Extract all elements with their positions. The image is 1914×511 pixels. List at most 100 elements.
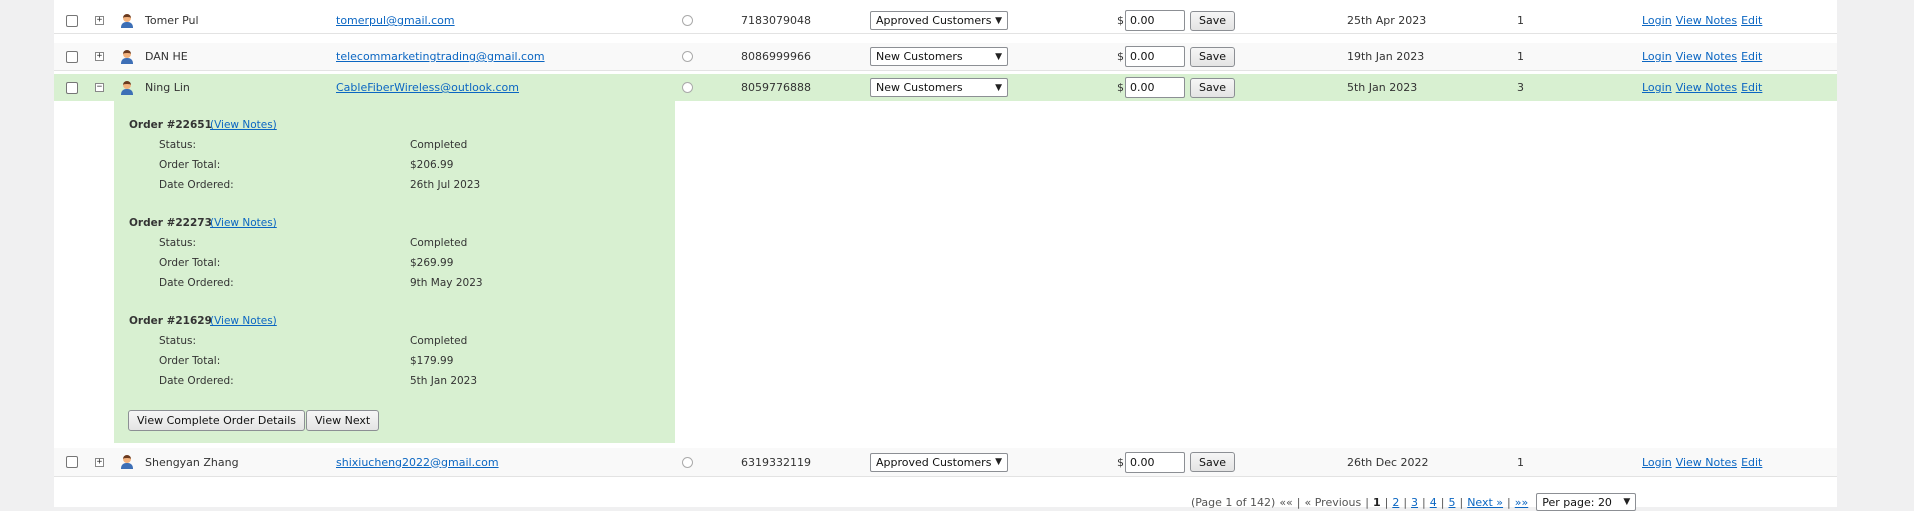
customer-email-link[interactable]: tomerpul@gmail.com [336, 14, 455, 27]
row-checkbox[interactable] [66, 14, 78, 27]
user-avatar-icon [120, 13, 134, 28]
customer-name: Shengyan Zhang [145, 455, 239, 469]
amount-input[interactable]: 0.00 [1125, 46, 1185, 67]
order-title: Order #22651 [129, 119, 212, 131]
expand-toggle-icon[interactable]: + [95, 52, 104, 61]
save-button[interactable]: Save [1190, 10, 1236, 31]
customer-name: Ning Lin [145, 81, 190, 94]
edit-link[interactable]: Edit [1741, 14, 1762, 27]
customer-name: Tomer Pul [145, 14, 199, 27]
view-next-button[interactable]: View Next [306, 410, 380, 431]
currency-symbol: $ [1117, 455, 1124, 469]
date-ordered-label: Date Ordered: [159, 179, 234, 191]
row-checkbox[interactable] [66, 456, 78, 468]
chevron-down-icon: ▼ [995, 457, 1002, 467]
status-radio[interactable] [682, 15, 693, 26]
view-notes-link[interactable]: View Notes [1676, 456, 1737, 469]
amount-input[interactable]: 0.00 [1125, 451, 1185, 473]
order-total-label: Order Total: [159, 159, 221, 171]
status-label: Status: [159, 139, 196, 151]
table-row: + Shengyan Zhang shixiucheng2022@gmail.c… [54, 448, 1837, 477]
chevron-down-icon: ▼ [995, 82, 1002, 93]
status-radio[interactable] [682, 82, 693, 93]
login-link[interactable]: Login [1642, 14, 1672, 27]
order-date: 5th Jan 2023 [410, 375, 478, 387]
customer-email-link[interactable]: shixiucheng2022@gmail.com [336, 456, 499, 469]
order-total-label: Order Total: [159, 257, 221, 269]
expand-toggle-icon[interactable]: + [95, 16, 104, 25]
view-notes-link[interactable]: View Notes [1676, 50, 1737, 63]
order-title: Order #21629 [129, 315, 212, 327]
login-link[interactable]: Login [1642, 456, 1672, 469]
registered-date: 25th Apr 2023 [1347, 14, 1427, 27]
customer-group-select[interactable]: New Customers ▼ [870, 78, 1008, 97]
customer-group-value: Approved Customers [876, 455, 992, 469]
currency-symbol: $ [1117, 50, 1124, 63]
status-label: Status: [159, 237, 196, 249]
order-title: Order #22273 [129, 217, 212, 229]
status-radio[interactable] [682, 51, 693, 62]
status-label: Status: [159, 335, 196, 347]
registered-date: 5th Jan 2023 [1347, 81, 1418, 94]
user-avatar-icon [120, 455, 134, 469]
login-link[interactable]: Login [1642, 50, 1672, 63]
registered-date: 26th Dec 2022 [1347, 455, 1429, 469]
customer-name: DAN HE [145, 50, 188, 63]
customer-phone: 7183079048 [741, 14, 811, 27]
user-avatar-icon [120, 49, 134, 64]
save-button[interactable]: Save [1190, 46, 1236, 67]
pagination: (Page 1 of 142) «« | « Previous | 1 | 2 … [1191, 493, 1637, 511]
status-radio[interactable] [682, 456, 693, 468]
order-status: Completed [410, 237, 468, 249]
view-notes-link[interactable]: View Notes [1676, 81, 1737, 94]
customer-phone: 8086999966 [741, 50, 811, 63]
row-checkbox[interactable] [66, 81, 78, 94]
view-complete-order-details-button[interactable]: View Complete Order Details [128, 410, 306, 431]
view-notes-link[interactable]: View Notes [1676, 14, 1737, 27]
order-total: $269.99 [410, 257, 454, 269]
order-total-label: Order Total: [159, 355, 221, 367]
order-details-panel: Order #22651 (View Notes) Status: Comple… [114, 101, 675, 443]
order-date: 9th May 2023 [410, 277, 483, 289]
collapse-toggle-icon[interactable]: − [95, 83, 104, 92]
customer-group-value: New Customers [876, 50, 963, 63]
amount-input[interactable]: 0.00 [1125, 77, 1185, 98]
table-row: + Tomer Pul tomerpul@gmail.com 718307904… [54, 8, 1837, 34]
expand-toggle-icon[interactable]: + [95, 457, 104, 467]
customer-group-select[interactable]: Approved Customers ▼ [870, 11, 1008, 30]
registered-date: 19th Jan 2023 [1347, 50, 1425, 63]
per-page-select[interactable]: Per page: 20 ▼ [1536, 493, 1637, 511]
save-button[interactable]: Save [1190, 77, 1236, 98]
customer-group-value: New Customers [876, 81, 963, 94]
customer-phone: 6319332119 [741, 455, 811, 469]
edit-link[interactable]: Edit [1741, 456, 1762, 469]
currency-symbol: $ [1117, 81, 1124, 94]
customer-email-link[interactable]: CableFiberWireless@outlook.com [336, 81, 519, 94]
order-view-notes-link[interactable]: (View Notes) [210, 119, 277, 131]
order-view-notes-link[interactable]: (View Notes) [210, 315, 277, 327]
chevron-down-icon: ▼ [995, 51, 1002, 62]
order-total: $179.99 [410, 355, 454, 367]
row-checkbox[interactable] [66, 50, 78, 63]
edit-link[interactable]: Edit [1741, 50, 1762, 63]
order-view-notes-link[interactable]: (View Notes) [210, 217, 277, 229]
customer-phone: 8059776888 [741, 81, 811, 94]
table-row-expanded: − Ning Lin CableFiberWireless@outlook.co… [54, 74, 1837, 101]
order-total: $206.99 [410, 159, 454, 171]
customer-group-select[interactable]: New Customers ▼ [870, 47, 1008, 66]
date-ordered-label: Date Ordered: [159, 375, 234, 387]
order-status: Completed [410, 335, 468, 347]
order-count: 1 [1517, 14, 1524, 27]
order-count: 3 [1517, 81, 1524, 94]
chevron-down-icon: ▼ [1623, 497, 1631, 507]
save-button[interactable]: Save [1190, 452, 1236, 472]
edit-link[interactable]: Edit [1741, 81, 1762, 94]
order-date: 26th Jul 2023 [410, 179, 481, 191]
amount-input[interactable]: 0.00 [1125, 10, 1185, 31]
customer-group-select[interactable]: Approved Customers ▼ [870, 452, 1008, 472]
order-count: 1 [1517, 50, 1524, 63]
customer-email-link[interactable]: telecommarketingtrading@gmail.com [336, 50, 545, 63]
user-avatar-icon [120, 80, 134, 95]
order-status: Completed [410, 139, 468, 151]
login-link[interactable]: Login [1642, 81, 1672, 94]
